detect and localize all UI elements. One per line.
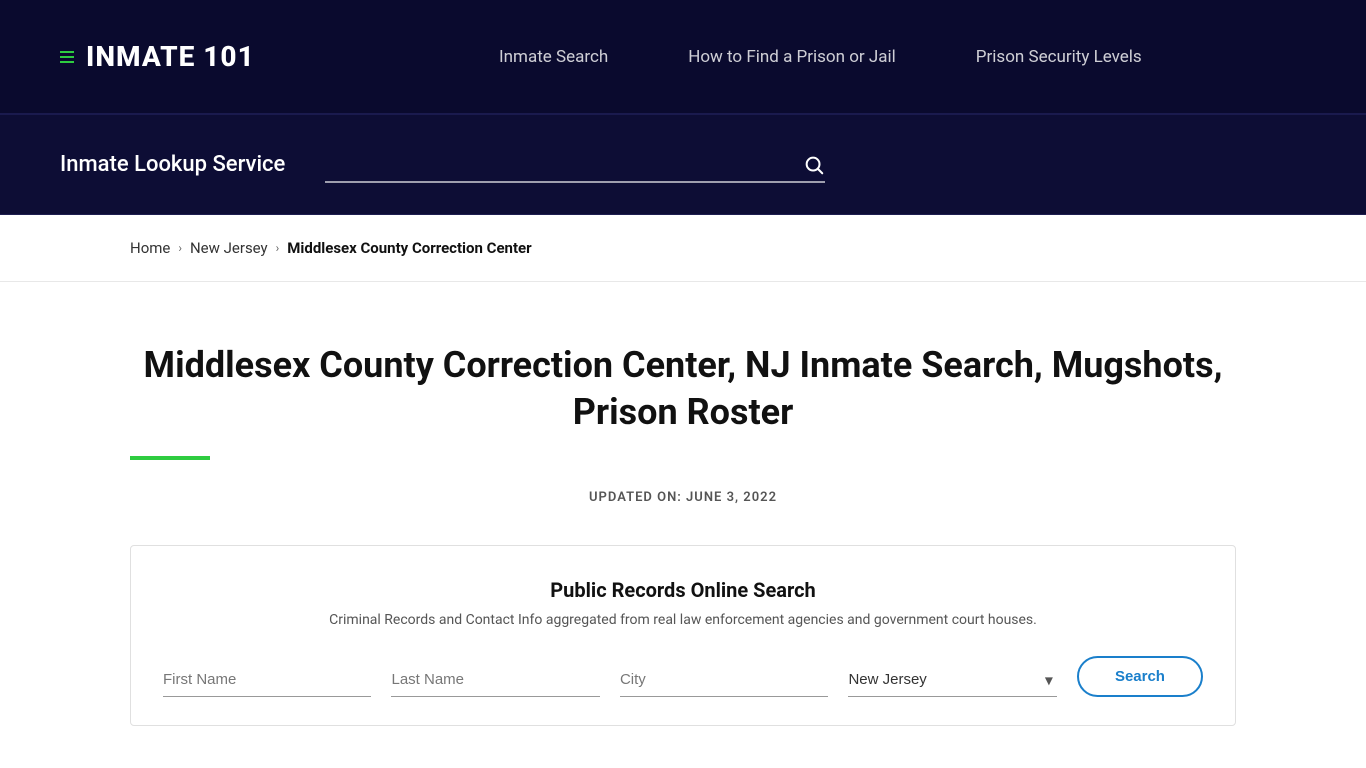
breadcrumb-separator-2: › [276, 241, 280, 255]
search-bar-input[interactable] [325, 147, 825, 183]
search-form-box: Public Records Online Search Criminal Re… [130, 545, 1236, 726]
state-select[interactable]: New JerseyAlabamaAlaskaArizonaArkansasCa… [848, 663, 1056, 697]
first-name-field [163, 663, 371, 697]
nav-inmate-search[interactable]: Inmate Search [499, 47, 608, 67]
search-form-subtitle: Criminal Records and Contact Info aggreg… [163, 612, 1203, 628]
search-form-title: Public Records Online Search [163, 578, 1203, 602]
search-button[interactable]: Search [1077, 656, 1203, 697]
search-bar-wrapper [325, 147, 825, 183]
menu-icon [60, 51, 74, 63]
search-bar-label: Inmate Lookup Service [60, 152, 285, 177]
main-content: Middlesex County Correction Center, NJ I… [0, 282, 1366, 766]
last-name-input[interactable] [391, 663, 599, 697]
search-icon [803, 154, 825, 176]
logo[interactable]: INMATE 101 [60, 40, 255, 73]
state-field: New JerseyAlabamaAlaskaArizonaArkansasCa… [848, 663, 1056, 697]
breadcrumb-new-jersey[interactable]: New Jersey [190, 239, 268, 257]
breadcrumb-home[interactable]: Home [130, 239, 170, 257]
logo-text: INMATE 101 [86, 40, 255, 73]
city-input[interactable] [620, 663, 828, 697]
breadcrumb-separator-1: › [178, 241, 182, 255]
nav-security-levels[interactable]: Prison Security Levels [976, 47, 1142, 67]
last-name-field [391, 663, 599, 697]
city-field [620, 663, 828, 697]
updated-date: UPDATED ON: JUNE 3, 2022 [130, 490, 1236, 505]
search-form-fields: New JerseyAlabamaAlaskaArizonaArkansasCa… [163, 656, 1203, 697]
first-name-input[interactable] [163, 663, 371, 697]
title-underline [130, 456, 210, 460]
top-navigation: INMATE 101 Inmate Search How to Find a P… [0, 0, 1366, 115]
search-bar-section: Inmate Lookup Service [0, 115, 1366, 215]
nav-find-prison[interactable]: How to Find a Prison or Jail [688, 47, 896, 67]
breadcrumb: Home › New Jersey › Middlesex County Cor… [130, 239, 1236, 257]
breadcrumb-section: Home › New Jersey › Middlesex County Cor… [0, 215, 1366, 282]
search-submit-button[interactable] [803, 154, 825, 176]
breadcrumb-current: Middlesex County Correction Center [287, 239, 531, 257]
nav-links: Inmate Search How to Find a Prison or Ja… [335, 47, 1306, 67]
page-title: Middlesex County Correction Center, NJ I… [130, 342, 1236, 436]
